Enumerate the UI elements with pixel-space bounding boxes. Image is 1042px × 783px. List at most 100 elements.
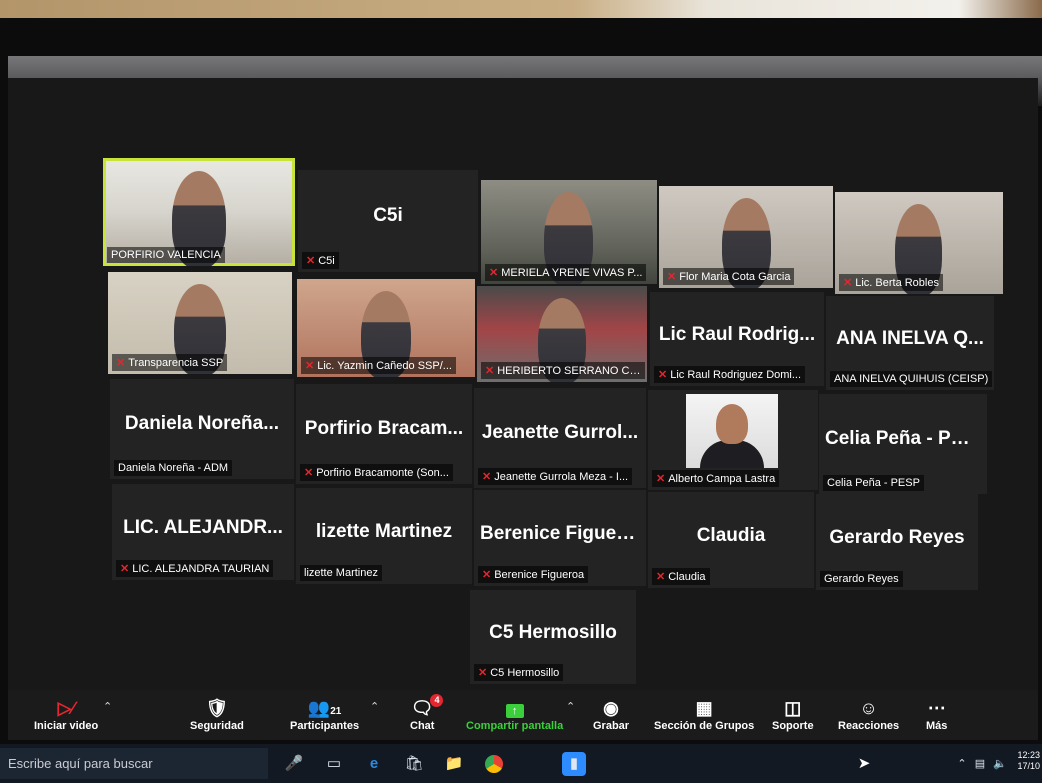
participant-display-name: LIC. ALEJANDR... [123,516,283,538]
muted-mic-icon: ✕ [667,271,677,283]
participant-display-name: Jeanette Gurrol... [481,422,639,443]
participant-tile-heriberto[interactable]: ✕ HERIBERTO SERRANO CEI... [477,286,647,382]
muted-mic-icon: ✕ [485,365,495,377]
muted-mic-icon: ✕ [482,471,492,483]
participant-tile-berta[interactable]: ✕ Lic. Berta Robles [835,192,1003,294]
participant-name-label: ✕ Porfirio Bracamonte (Son... [300,464,453,481]
participant-tile-daniela[interactable]: Daniela Noreña... Daniela Noreña - ADM [110,379,294,479]
participant-name-label: Gerardo Reyes [820,571,903,587]
participant-name-label: ✕ LIC. ALEJANDRA TAURIAN [116,560,274,577]
participant-name-label: ✕ C5i [302,252,339,269]
participant-tile-gerardo[interactable]: Gerardo Reyes Gerardo Reyes [816,494,978,590]
smile-icon: ☺ [859,698,878,718]
participants-options-caret[interactable]: ⌃ [370,700,379,713]
participant-tile-flor[interactable]: ✕ Flor Maria Cota Garcia [659,186,833,288]
participant-tile-claudia[interactable]: Claudia ✕ Claudia [648,492,814,588]
participant-tile-lizette[interactable]: lizette Martinez lizette Martinez [296,488,472,584]
muted-mic-icon: ✕ [306,255,316,267]
participant-tile-yazmin[interactable]: ✕ Lic. Yazmin Cañedo SSP/... [297,279,475,377]
participant-display-name: Berenice Figueroa [480,522,646,544]
participants-count: 21 [330,706,342,717]
muted-mic-icon: ✕ [656,571,666,583]
participant-name-label: ✕ Lic. Yazmin Cañedo SSP/... [301,357,456,374]
system-clock[interactable]: 12:23 17/10 [1017,750,1040,772]
participant-display-name: lizette Martinez [315,520,453,542]
participant-display-name: Claudia [696,524,766,546]
shield-icon: 🛡 [205,698,229,718]
participants-icon: 👥 [307,698,331,718]
meeting-toolbar: ▷∕ Iniciar video ⌃ 🛡 Seguridad 👥21 Parti… [8,690,1038,740]
participant-name-label: ✕ MERIELA YRENE VIVAS P... [485,264,647,281]
participant-name-label: PORFIRIO VALENCIA [107,247,225,263]
windows-taskbar: Escribe aquí para buscar 🎤 ▭ e 🛍 📁 ▮ ➤ ⌃… [0,744,1042,783]
muted-mic-icon: ✕ [120,563,130,575]
participant-name-label: ✕ C5 Hermosillo [474,664,564,681]
muted-mic-icon: ✕ [478,667,488,679]
muted-mic-icon: ✕ [116,357,126,369]
task-view-icon[interactable]: ▭ [322,752,346,776]
participant-display-name: Celia Peña - PESP [825,428,987,449]
security-button[interactable]: 🛡 Seguridad [190,696,244,732]
muted-mic-icon: ✕ [843,277,853,289]
file-explorer-icon[interactable]: 📁 [442,752,466,776]
participant-tile-c5h[interactable]: C5 Hermosillo ✕ C5 Hermosillo [470,590,636,684]
breakout-rooms-button[interactable]: ▦ Sección de Grupos [654,696,754,732]
participant-name-label: Daniela Noreña - ADM [114,460,233,476]
video-off-icon: ▷∕ [57,698,75,718]
participant-tile-c5i[interactable]: C5i ✕ C5i [298,170,478,272]
participant-tile-alejandra[interactable]: LIC. ALEJANDR... ✕ LIC. ALEJANDRA TAURIAN [112,484,294,580]
taskbar-search-input[interactable]: Escribe aquí para buscar [0,748,268,779]
muted-mic-icon: ✕ [305,360,315,372]
microphone-icon[interactable]: 🎤 [282,752,306,776]
start-video-button[interactable]: ▷∕ Iniciar video [34,696,98,732]
share-screen-button[interactable]: ↑ Compartir pantalla [466,696,563,732]
muted-mic-icon: ✕ [304,467,314,479]
muted-mic-icon: ✕ [482,569,492,581]
participant-tile-porfirio-b[interactable]: Porfirio Bracam... ✕ Porfirio Bracamonte (… [296,384,472,484]
participant-name-label: ✕ Transparencia SSP [112,354,228,371]
muted-mic-icon: ✕ [658,369,668,381]
muted-mic-icon: ✕ [489,267,499,279]
participant-name-label: ✕ HERIBERTO SERRANO CEI... [481,362,646,379]
muted-mic-icon: ✕ [656,473,666,485]
participant-tile-ana[interactable]: ANA INELVA Q... ANA INELVA QUIHUIS (CEISP… [826,296,994,390]
zoom-app-icon[interactable]: ▮ [562,752,586,776]
participant-name-label: ANA INELVA QUIHUIS (CEISP) [830,371,993,387]
reactions-button[interactable]: ☺ Reacciones [838,696,899,732]
chat-badge: 4 [430,694,444,707]
participant-tile-meriela[interactable]: ✕ MERIELA YRENE VIVAS P... [481,180,657,284]
share-options-caret[interactable]: ⌃ [566,700,575,713]
edge-browser-icon[interactable]: e [362,752,386,776]
participants-button[interactable]: 👥21 Participantes [290,696,359,732]
participant-display-name: C5i [373,204,403,226]
participant-display-name: Gerardo Reyes [829,526,965,548]
more-button[interactable]: ⋯ Más [926,696,947,732]
participant-name-label: lizette Martinez [300,565,382,581]
participant-display-name: Porfirio Bracam... [304,418,464,439]
mouse-cursor-icon: ➤ [857,755,871,772]
participant-tile-celia[interactable]: Celia Peña - PESP Celia Peña - PESP [819,394,987,494]
record-button[interactable]: ◉ Grabar [593,696,629,732]
participant-tile-transparencia[interactable]: ✕ Transparencia SSP [108,272,292,374]
support-button[interactable]: ◫ Soporte [772,696,814,732]
video-options-caret[interactable]: ⌃ [103,700,112,713]
chat-button[interactable]: 🗨 4 Chat [410,694,444,732]
store-icon[interactable]: 🛍 [402,752,426,776]
participant-display-name: Daniela Noreña... [124,413,280,434]
participant-tile-raul[interactable]: Lic Raul Rodrig... ✕ Lic Raul Rodriguez Do… [650,292,824,386]
participant-tile-alberto[interactable]: ✕ Alberto Campa Lastra [648,390,818,490]
participant-display-name: Lic Raul Rodrig... [658,323,816,345]
participant-photo [686,394,778,468]
participant-display-name: C5 Hermosillo [489,621,617,643]
participant-tile-berenice[interactable]: Berenice Figueroa ✕ Berenice Figueroa [474,490,646,586]
participant-name-label: ✕ Lic Raul Rodriguez Domi... [654,366,806,383]
grid-icon: ▦ [695,698,713,718]
participant-name-label: ✕ Lic. Berta Robles [839,274,943,291]
participant-tile-jeanette[interactable]: Jeanette Gurrol... ✕ Jeanette Gurrola Meza… [474,388,646,488]
record-icon: ◉ [603,698,619,718]
volume-icon[interactable]: 🔈 [988,752,1012,776]
participant-tile-porfirio-valencia[interactable]: PORFIRIO VALENCIA [103,158,295,266]
share-screen-icon: ↑ [466,696,563,720]
participant-name-label: ✕ Jeanette Gurrola Meza - I... [478,468,633,485]
chrome-icon[interactable] [482,752,506,776]
